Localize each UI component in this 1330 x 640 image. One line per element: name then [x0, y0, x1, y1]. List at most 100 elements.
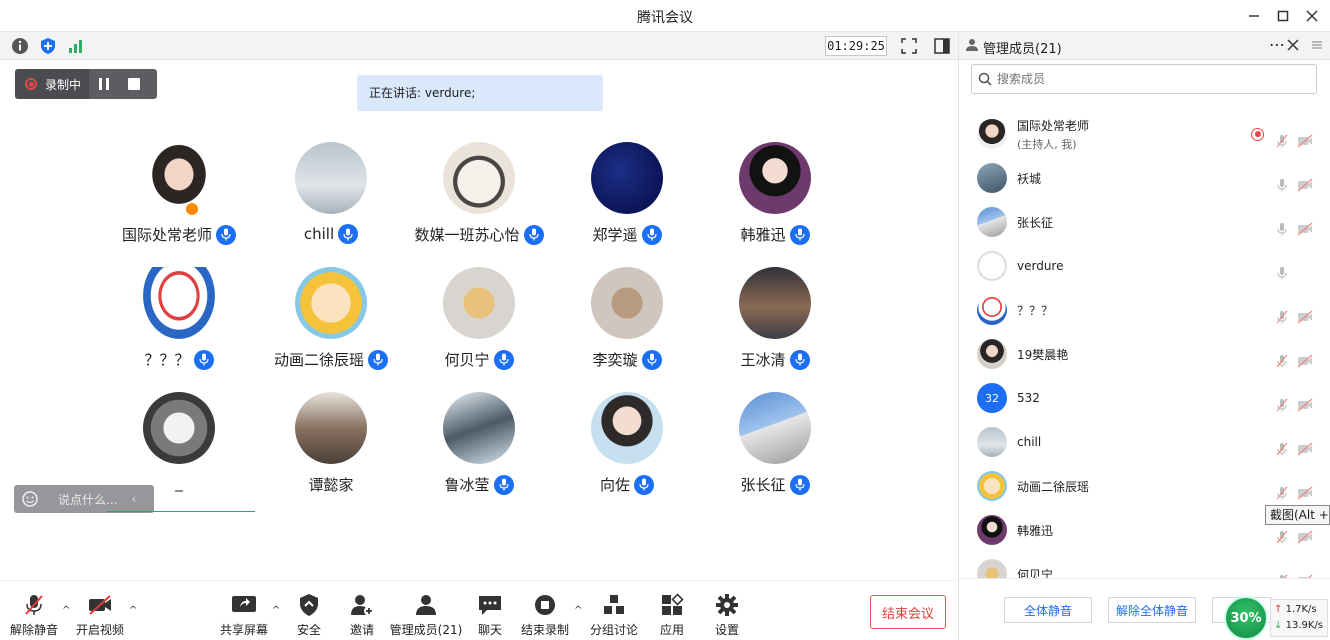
- chat-label: 聊天: [477, 623, 502, 637]
- camera-off-icon: [89, 595, 111, 615]
- participant-tile[interactable]: 郑学遥: [553, 142, 701, 262]
- minimize-icon: [1249, 15, 1259, 17]
- mic-active-icon: [634, 474, 654, 495]
- member-name-text: 袄城: [1017, 171, 1042, 186]
- participant-tile[interactable]: 国际处常老师: [105, 142, 253, 262]
- participant-name-text: 国际处常老师: [121, 226, 212, 244]
- list-item[interactable]: chill: [959, 420, 1330, 464]
- avatar: [739, 267, 811, 339]
- member-name: 韩雅迅: [1017, 522, 1053, 539]
- member-name: 国际处常老师 (主持人, 我): [1017, 117, 1089, 152]
- member-name: 张长征: [1017, 214, 1053, 231]
- shield-icon[interactable]: [39, 37, 57, 55]
- participant-name-text: 王冰清: [740, 351, 786, 369]
- participant-tile[interactable]: 李奕璇: [553, 267, 701, 387]
- fullscreen-icon[interactable]: [900, 37, 918, 55]
- participant-name: 郑学遥: [553, 224, 701, 245]
- member-name: verdure: [1017, 259, 1063, 273]
- host-badge-icon: [185, 202, 199, 216]
- participant-tile[interactable]: 向佐: [553, 392, 701, 512]
- list-item[interactable]: 32 532: [959, 376, 1330, 420]
- settings-button[interactable]: 设置: [695, 593, 759, 638]
- unmute-all-button[interactable]: 解除全体静音: [1108, 597, 1196, 623]
- participant-tile[interactable]: 动画二徐辰瑶: [257, 267, 405, 387]
- list-item[interactable]: 19樊晨艳: [959, 332, 1330, 376]
- chat-placeholder: 说点什么...: [58, 492, 118, 507]
- manage-members-label: 管理成员(21): [389, 623, 463, 637]
- mic-active-icon: [493, 349, 514, 370]
- sidebar-toggle-icon[interactable]: [933, 37, 951, 55]
- avatar: [977, 163, 1007, 193]
- member-name-text: ？？？: [1017, 303, 1054, 318]
- list-item[interactable]: ？？？: [959, 288, 1330, 332]
- avatar: [143, 267, 215, 339]
- manage-members-button[interactable]: 管理成员(21): [384, 593, 468, 638]
- chat-quick-input[interactable]: 说点什么... ‹: [14, 485, 154, 513]
- member-name-text: 19樊晨艳: [1017, 347, 1069, 362]
- list-item[interactable]: 袄城: [959, 156, 1330, 200]
- close-panel-icon[interactable]: [1287, 39, 1299, 51]
- mic-active-icon: [368, 349, 388, 370]
- share-screen-button[interactable]: 共享屏幕: [212, 593, 276, 638]
- member-name-text: 国际处常老师: [1017, 118, 1090, 133]
- list-item[interactable]: 张长征: [959, 200, 1330, 244]
- share-screen-label: 共享屏幕: [219, 623, 268, 637]
- stop-recording-icon[interactable]: [119, 69, 149, 99]
- avatar: [977, 339, 1007, 369]
- member-name: chill: [1017, 435, 1041, 449]
- start-video-button[interactable]: 开启视频: [68, 593, 132, 638]
- participant-tile[interactable]: 韩雅迅: [701, 142, 849, 262]
- breakout-label: 分组讨论: [589, 623, 638, 637]
- mute-all-button[interactable]: 全体静音: [1004, 597, 1092, 623]
- settings-label: 设置: [714, 623, 739, 637]
- participant-tile[interactable]: chill: [257, 142, 405, 262]
- invite-user-icon: [351, 595, 374, 616]
- emoji-icon[interactable]: [14, 485, 44, 513]
- participant-tile[interactable]: 王冰清: [701, 267, 849, 387]
- network-speeds: ↑ 1.7K/s ↓ 13.9K/s: [1270, 599, 1328, 637]
- more-options-icon[interactable]: ⋯: [1269, 35, 1285, 54]
- minimize-button[interactable]: [1240, 4, 1268, 28]
- participant-tile[interactable]: 谭懿家: [257, 392, 405, 512]
- list-item[interactable]: 国际处常老师 (主持人, 我): [959, 112, 1330, 156]
- recording-icon: [1251, 127, 1264, 141]
- gear-icon: [716, 594, 738, 616]
- participant-tile[interactable]: ？？？: [105, 267, 253, 387]
- menu-icon[interactable]: [1311, 39, 1323, 51]
- bottom-toolbar: 解除静音 ^ 开启视频 ^ 共享屏幕 ^ 安全 邀请 管理成员(21) 聊天 结…: [0, 580, 958, 640]
- participant-tile[interactable]: 数媒一班苏心怡: [405, 142, 553, 262]
- close-button[interactable]: [1298, 4, 1326, 28]
- participant-name-text: ？？？: [144, 351, 190, 369]
- end-meeting-button[interactable]: 结束会议: [870, 595, 946, 629]
- participant-tile[interactable]: 张长征: [701, 392, 849, 512]
- start-video-label: 开启视频: [75, 623, 124, 637]
- member-name-text: 张长征: [1017, 215, 1054, 230]
- stop-circle-icon: [535, 595, 555, 615]
- participant-tile[interactable]: 何贝宁: [405, 267, 553, 387]
- avatar: [977, 427, 1007, 457]
- video-options-chevron-icon[interactable]: ^: [129, 605, 139, 616]
- info-icon[interactable]: [11, 37, 29, 55]
- avatar: [295, 392, 367, 464]
- pause-recording-icon[interactable]: [89, 69, 119, 99]
- participant-tile[interactable]: 鲁冰莹: [405, 392, 553, 512]
- collapse-chevron-icon[interactable]: ‹: [131, 492, 136, 506]
- avatar: [977, 207, 1007, 237]
- recording-label: 录制中: [45, 77, 82, 92]
- members-icon: [416, 595, 436, 615]
- signal-icon[interactable]: [67, 37, 85, 55]
- security-label: 安全: [296, 623, 321, 637]
- list-item[interactable]: 动画二徐辰瑶: [959, 464, 1330, 508]
- meeting-view: 录制中 正在讲话: verdure; 国际处常老师 chill 数媒一班苏心怡 郑学遥…: [0, 60, 958, 580]
- divider: [107, 511, 255, 512]
- unmute-button[interactable]: 解除静音: [2, 593, 66, 638]
- participant-name: 韩雅迅: [701, 224, 849, 245]
- breakout-button[interactable]: 分组讨论: [582, 593, 646, 638]
- member-search[interactable]: [971, 64, 1317, 94]
- meeting-timer: 01:29:25: [825, 36, 887, 56]
- download-arrow-icon: ↓: [1274, 620, 1283, 631]
- list-item[interactable]: verdure: [959, 244, 1330, 288]
- end-recording-button[interactable]: 结束录制: [513, 593, 577, 638]
- search-input[interactable]: [997, 72, 1297, 86]
- maximize-button[interactable]: [1269, 4, 1297, 28]
